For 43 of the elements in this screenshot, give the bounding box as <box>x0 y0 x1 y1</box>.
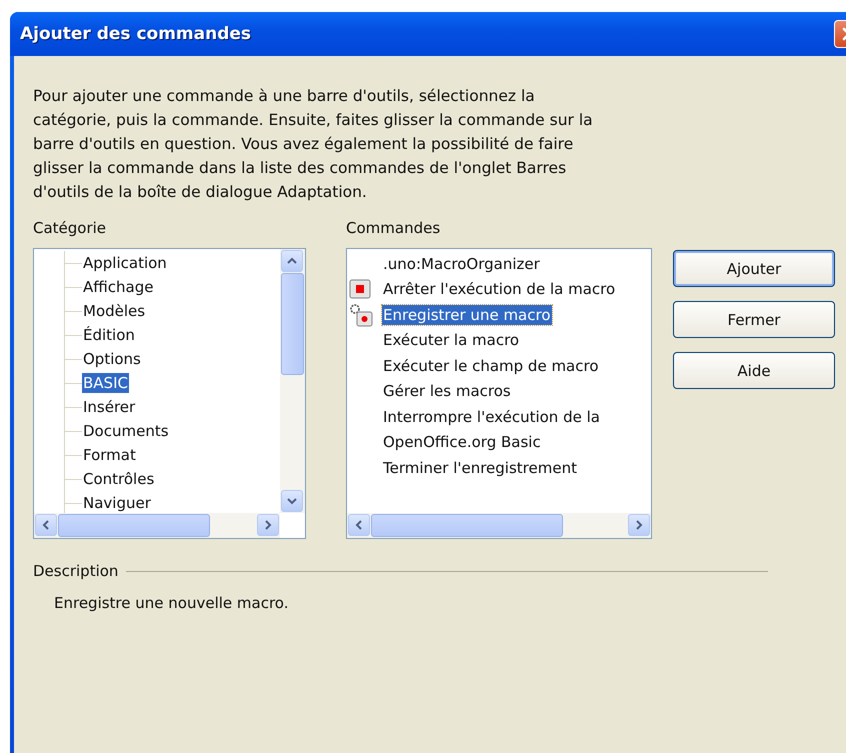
vertical-scrollbar[interactable] <box>280 249 305 513</box>
command-item[interactable]: Exécuter la macro <box>382 330 520 350</box>
record-gear-icon <box>349 302 373 327</box>
dialog-button[interactable]: Fermer <box>673 301 835 338</box>
category-item[interactable]: Édition <box>82 325 136 345</box>
command-item[interactable]: .uno:MacroOrganizer <box>382 254 541 274</box>
command-item[interactable]: OpenOffice.org Basic <box>382 432 542 452</box>
command-item[interactable]: Exécuter le champ de macro <box>382 356 600 376</box>
scroll-right-button[interactable] <box>628 514 650 536</box>
horizontal-scrollbar[interactable] <box>347 513 651 538</box>
scroll-up-button[interactable] <box>281 250 303 272</box>
scroll-thumb[interactable] <box>58 514 210 537</box>
window-title: Ajouter des commandes <box>20 24 252 44</box>
scroll-thumb[interactable] <box>281 273 304 375</box>
category-label: Catégorie <box>33 218 108 239</box>
stop-icon <box>349 279 371 300</box>
command-item[interactable]: Terminer l'enregistrement <box>382 458 578 478</box>
command-item[interactable]: Enregistrer une macro <box>382 304 552 325</box>
instruction-text: Pour ajouter une commande à une barre d'outils, sélectionnez la catégorie, puis la commande. Ensuite, faites glisser la commande sur la barre d'outils en question. Vous avez également la possibilité de faire glisser la commande dans la liste des commandes de l'onglet Barres d'outils de la boîte de dialogue Adaptation. <box>33 86 594 203</box>
description-label: Description <box>33 561 118 582</box>
category-item[interactable]: BASIC <box>82 373 129 393</box>
scroll-left-button[interactable] <box>35 514 57 536</box>
command-item[interactable]: Interrompre l'exécution de la <box>382 406 601 427</box>
command-item[interactable]: Arrêter l'exécution de la macro <box>382 279 616 300</box>
category-item[interactable]: Insérer <box>82 397 136 417</box>
category-item[interactable]: Application <box>82 253 168 273</box>
category-item[interactable]: Options <box>82 349 142 369</box>
scroll-right-button[interactable] <box>257 514 279 536</box>
category-item[interactable]: Affichage <box>82 277 154 297</box>
commands-label: Commandes <box>346 218 442 239</box>
category-item[interactable]: Modèles <box>82 301 146 321</box>
scroll-left-button[interactable] <box>348 514 370 536</box>
scroll-thumb[interactable] <box>371 514 563 537</box>
command-item[interactable]: Gérer les macros <box>382 381 512 402</box>
category-item[interactable]: Documents <box>82 421 170 441</box>
scroll-down-button[interactable] <box>281 490 303 512</box>
category-item[interactable]: Format <box>82 445 137 465</box>
dialog-button[interactable]: Aide <box>673 352 835 389</box>
dialog-button[interactable]: Ajouter <box>673 250 835 287</box>
horizontal-scrollbar[interactable] <box>34 513 280 538</box>
category-item[interactable]: Contrôles <box>82 469 156 489</box>
category-item[interactable]: Naviguer <box>82 493 152 513</box>
description-text: Enregistre une nouvelle macro. <box>54 594 290 612</box>
